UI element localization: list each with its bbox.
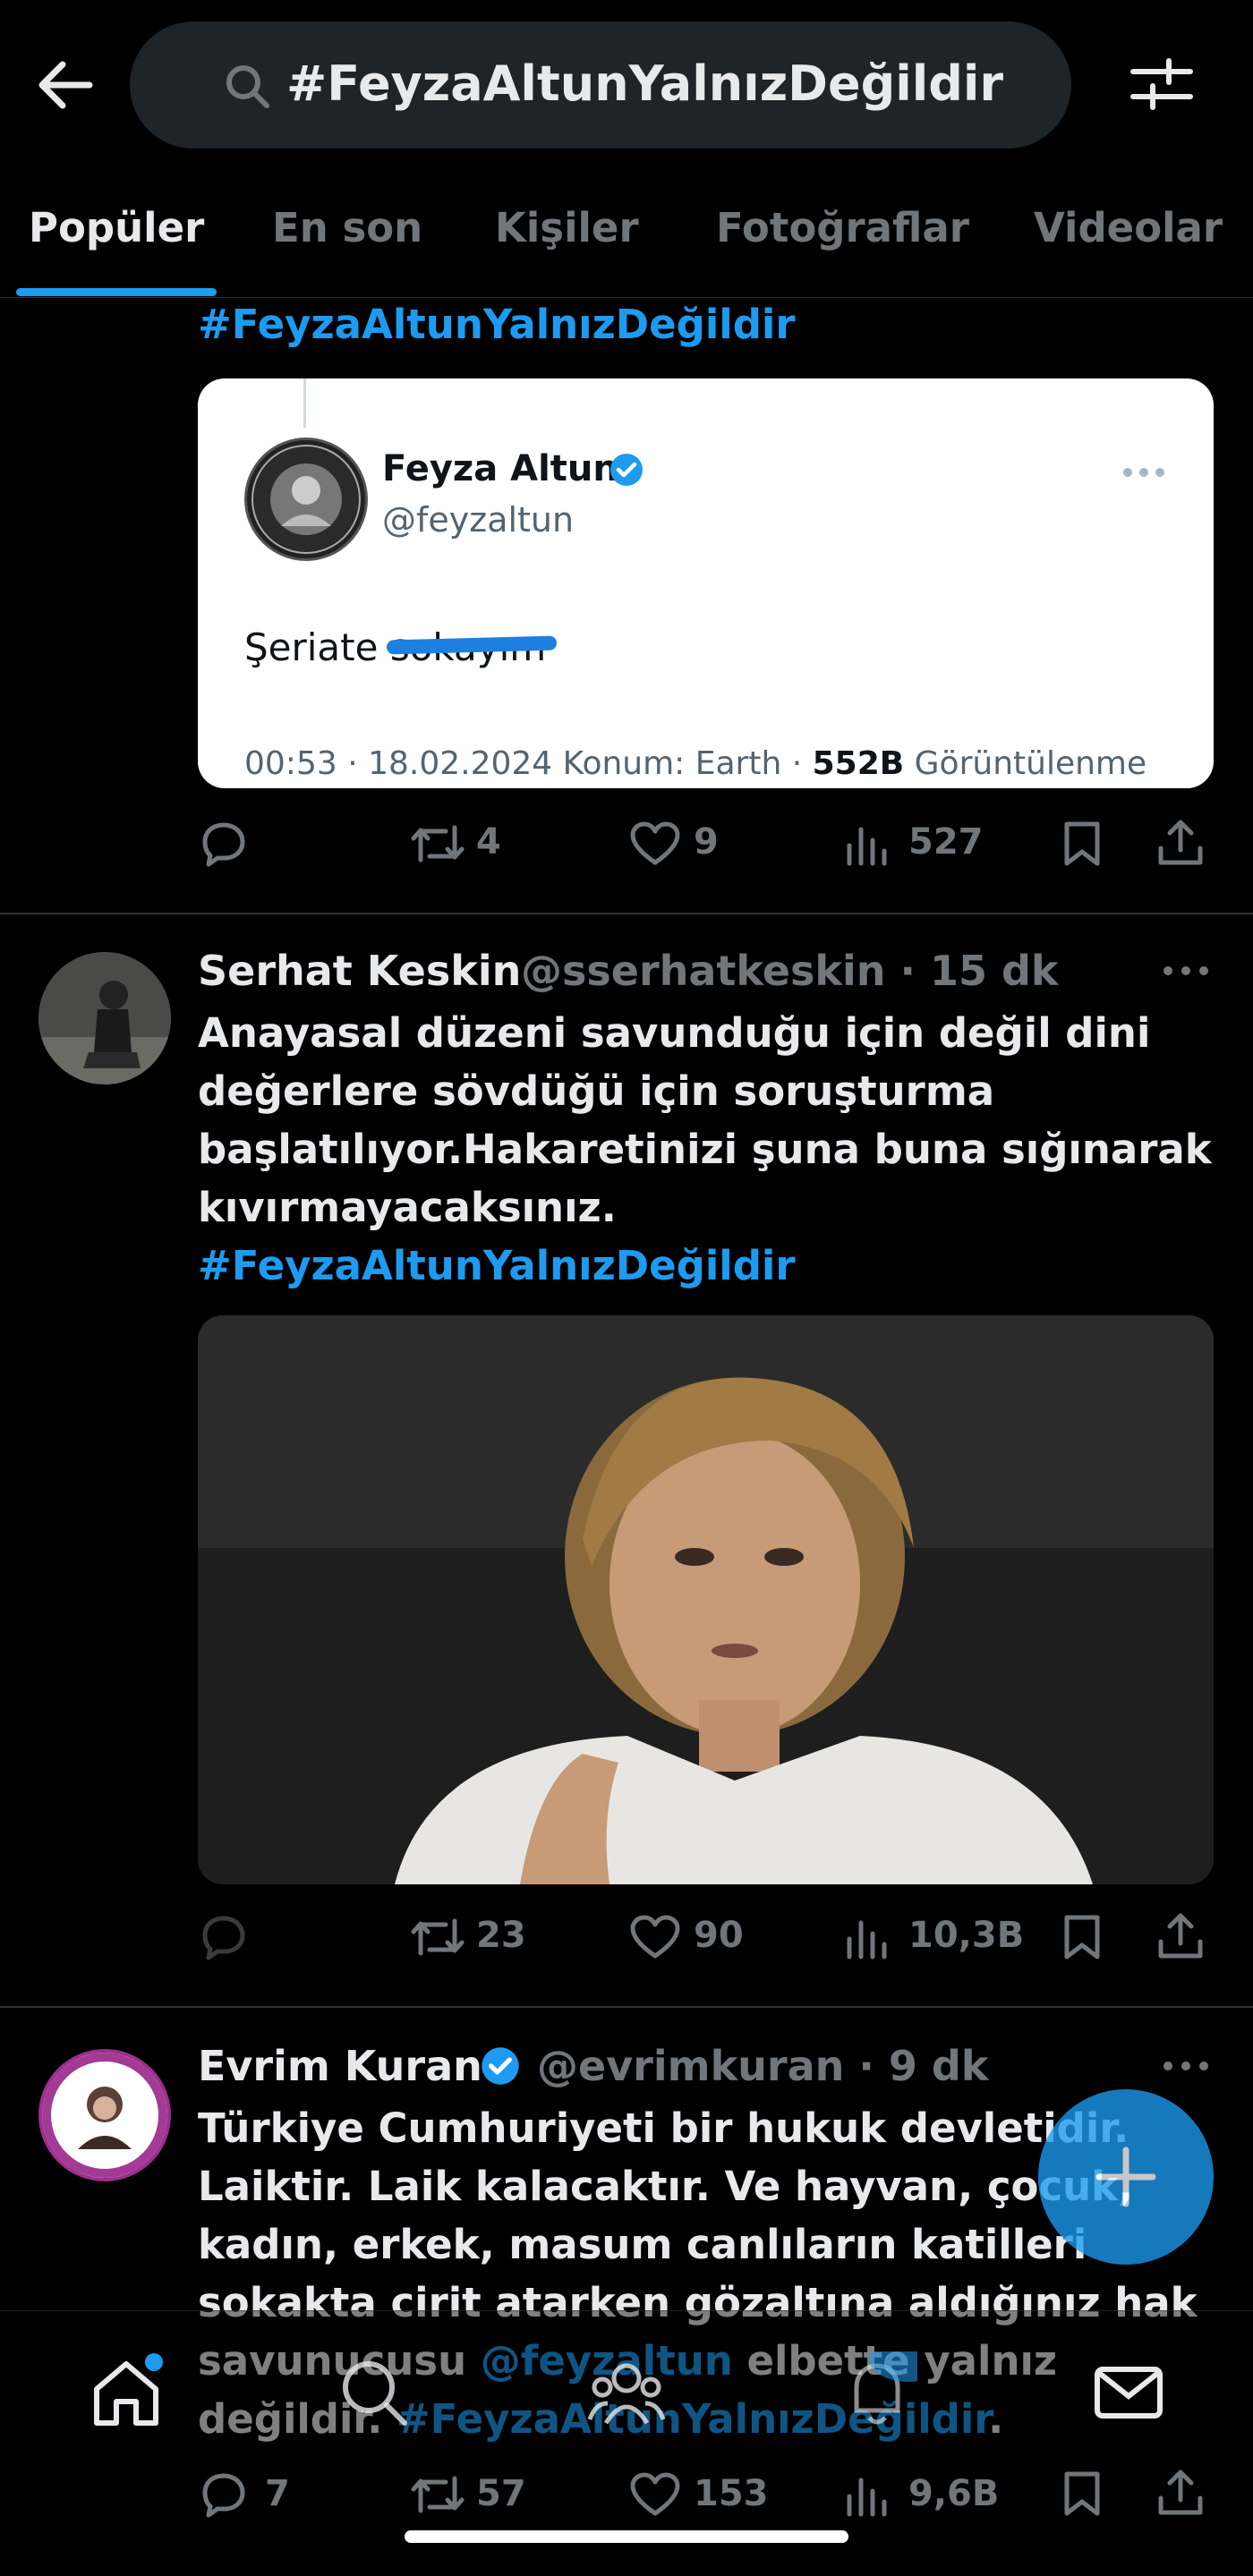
- tweet-text: Anayasal düzeni savunduğu için değil din…: [198, 1004, 1227, 1295]
- back-arrow-icon[interactable]: [34, 54, 97, 116]
- thread-line: [303, 378, 306, 428]
- views-count: 9,6B: [908, 2473, 1000, 2514]
- retweet-icon[interactable]: [410, 1914, 465, 1960]
- retweet-count: 57: [476, 2473, 526, 2514]
- hashtag-link[interactable]: #FeyzaAltunYalnızDeğildir: [198, 301, 796, 348]
- retweet-icon[interactable]: [410, 820, 465, 867]
- search-icon: [224, 63, 270, 109]
- bookmark-icon[interactable]: [1062, 2470, 1102, 2518]
- avatar[interactable]: [38, 952, 171, 1084]
- views-icon[interactable]: [845, 1914, 891, 1960]
- home-icon[interactable]: [86, 2351, 166, 2432]
- tab-people[interactable]: Kişiler: [495, 204, 639, 251]
- tweet-separator: [0, 913, 1253, 914]
- share-icon[interactable]: [1155, 1911, 1206, 1961]
- views-count: 10,3B: [908, 1915, 1025, 1956]
- retweet-count: 4: [476, 821, 501, 863]
- messages-icon[interactable]: [1088, 2351, 1169, 2432]
- views-count: 527: [908, 821, 984, 863]
- share-icon[interactable]: [1155, 818, 1206, 868]
- tab-popular[interactable]: Popüler: [29, 204, 204, 251]
- bookmark-icon[interactable]: [1062, 1913, 1102, 1961]
- reply-count: 7: [265, 2473, 290, 2514]
- reply-icon[interactable]: [198, 2470, 248, 2520]
- like-count: 90: [694, 1915, 744, 1956]
- like-count: 9: [694, 821, 719, 863]
- verified-badge-icon: [480, 2045, 521, 2087]
- reply-icon[interactable]: [198, 819, 248, 869]
- more-options-icon: [1121, 466, 1166, 479]
- hashtag-link[interactable]: #FeyzaAltunYalnızDeğildir: [198, 1237, 1227, 1295]
- tab-photos[interactable]: Fotoğraflar: [716, 204, 969, 251]
- notifications-icon[interactable]: [837, 2351, 917, 2432]
- home-indicator[interactable]: [405, 2530, 848, 2543]
- like-count: 153: [694, 2473, 769, 2514]
- tweet-separator: [0, 2006, 1253, 2008]
- communities-icon[interactable]: [586, 2351, 667, 2432]
- like-icon[interactable]: [629, 1914, 681, 1960]
- tweet-photo[interactable]: [198, 1315, 1214, 1884]
- like-icon[interactable]: [629, 2471, 681, 2518]
- filter-settings-icon[interactable]: [1129, 52, 1194, 116]
- share-icon[interactable]: [1155, 2468, 1206, 2518]
- author-handle[interactable]: @sserhatkeskin · 15 dk: [521, 947, 1059, 995]
- embedded-text-struck: sokayım: [386, 625, 558, 669]
- embedded-text-visible: Şeriate: [244, 625, 379, 669]
- tab-latest[interactable]: En son: [272, 204, 422, 251]
- more-options-icon[interactable]: [1162, 2060, 1215, 2078]
- tab-videos[interactable]: Videolar: [1034, 204, 1223, 251]
- embedded-tweet-image[interactable]: Feyza Altun @feyzaltun Şeriate sokayım 0…: [198, 378, 1214, 788]
- views-icon[interactable]: [845, 2471, 891, 2518]
- like-icon[interactable]: [629, 820, 681, 867]
- embedded-handle: @feyzaltun: [382, 500, 575, 540]
- author-handle[interactable]: @evrimkuran · 9 dk: [537, 2042, 988, 2090]
- views-icon[interactable]: [845, 820, 891, 867]
- compose-button[interactable]: [1038, 2089, 1214, 2265]
- embedded-name: Feyza Altun: [382, 448, 618, 489]
- retweet-count: 23: [476, 1915, 526, 1956]
- avatar[interactable]: [38, 2049, 171, 2181]
- active-tab-indicator: [16, 288, 217, 296]
- retweet-icon[interactable]: [410, 2471, 465, 2518]
- embedded-meta: 00:53 · 18.02.2024 Konum: Earth · 552B G…: [244, 745, 1147, 782]
- reply-icon[interactable]: [198, 1912, 248, 1962]
- author-name[interactable]: Serhat Keskin: [198, 947, 521, 995]
- verified-badge-icon: [609, 452, 644, 488]
- avatar: [244, 438, 368, 561]
- search-query[interactable]: #FeyzaAltunYalnızDeğildir: [286, 55, 1003, 112]
- embedded-text: Şeriate sokayım: [244, 625, 558, 669]
- search-nav-icon[interactable]: [333, 2351, 413, 2432]
- more-options-icon[interactable]: [1162, 965, 1215, 982]
- views-count: 552B: [812, 745, 905, 782]
- bookmark-icon[interactable]: [1062, 820, 1102, 868]
- author-name[interactable]: Evrim Kuran: [198, 2042, 482, 2090]
